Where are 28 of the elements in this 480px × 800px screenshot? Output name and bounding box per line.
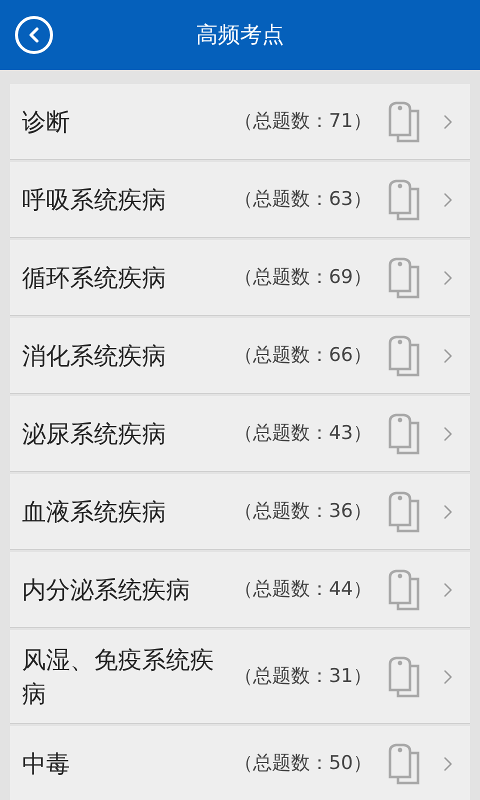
question-count: （总题数：50） bbox=[234, 751, 372, 776]
list-item[interactable]: 呼吸系统疾病 （总题数：63） bbox=[10, 162, 470, 238]
question-count: （总题数：69） bbox=[234, 265, 372, 290]
question-count: （总题数：63） bbox=[234, 187, 372, 212]
page-title: 高频考点 bbox=[196, 22, 284, 50]
item-title: 风湿、免疫系统疾病 bbox=[22, 644, 214, 710]
list-item[interactable]: 中毒 （总题数：50） bbox=[10, 726, 470, 800]
list-item[interactable]: 循环系统疾病 （总题数：69） bbox=[10, 240, 470, 316]
item-title: 内分泌系统疾病 bbox=[22, 574, 191, 606]
question-count: （总题数：31） bbox=[234, 664, 372, 690]
question-count: （总题数：44） bbox=[234, 577, 372, 602]
item-title: 诊断 bbox=[22, 106, 71, 138]
item-title: 循环系统疾病 bbox=[22, 262, 167, 294]
list-item[interactable]: 诊断 （总题数：71） bbox=[10, 84, 470, 160]
item-title: 泌尿系统疾病 bbox=[22, 418, 167, 450]
item-title: 血液系统疾病 bbox=[22, 496, 167, 528]
question-count: （总题数：36） bbox=[234, 499, 372, 524]
item-title: 中毒 bbox=[22, 748, 71, 780]
list-item[interactable]: 泌尿系统疾病 （总题数：43） bbox=[10, 396, 470, 472]
question-count: （总题数：71） bbox=[234, 109, 372, 134]
list-item[interactable]: 消化系统疾病 （总题数：66） bbox=[10, 318, 470, 394]
list-item[interactable]: 内分泌系统疾病 （总题数：44） bbox=[10, 552, 470, 628]
question-count: （总题数：43） bbox=[234, 421, 372, 446]
item-title: 呼吸系统疾病 bbox=[22, 184, 167, 216]
list-item[interactable]: 血液系统疾病 （总题数：36） bbox=[10, 474, 470, 550]
back-button[interactable] bbox=[15, 16, 53, 54]
question-count: （总题数：66） bbox=[234, 343, 372, 368]
item-title: 消化系统疾病 bbox=[22, 340, 167, 372]
